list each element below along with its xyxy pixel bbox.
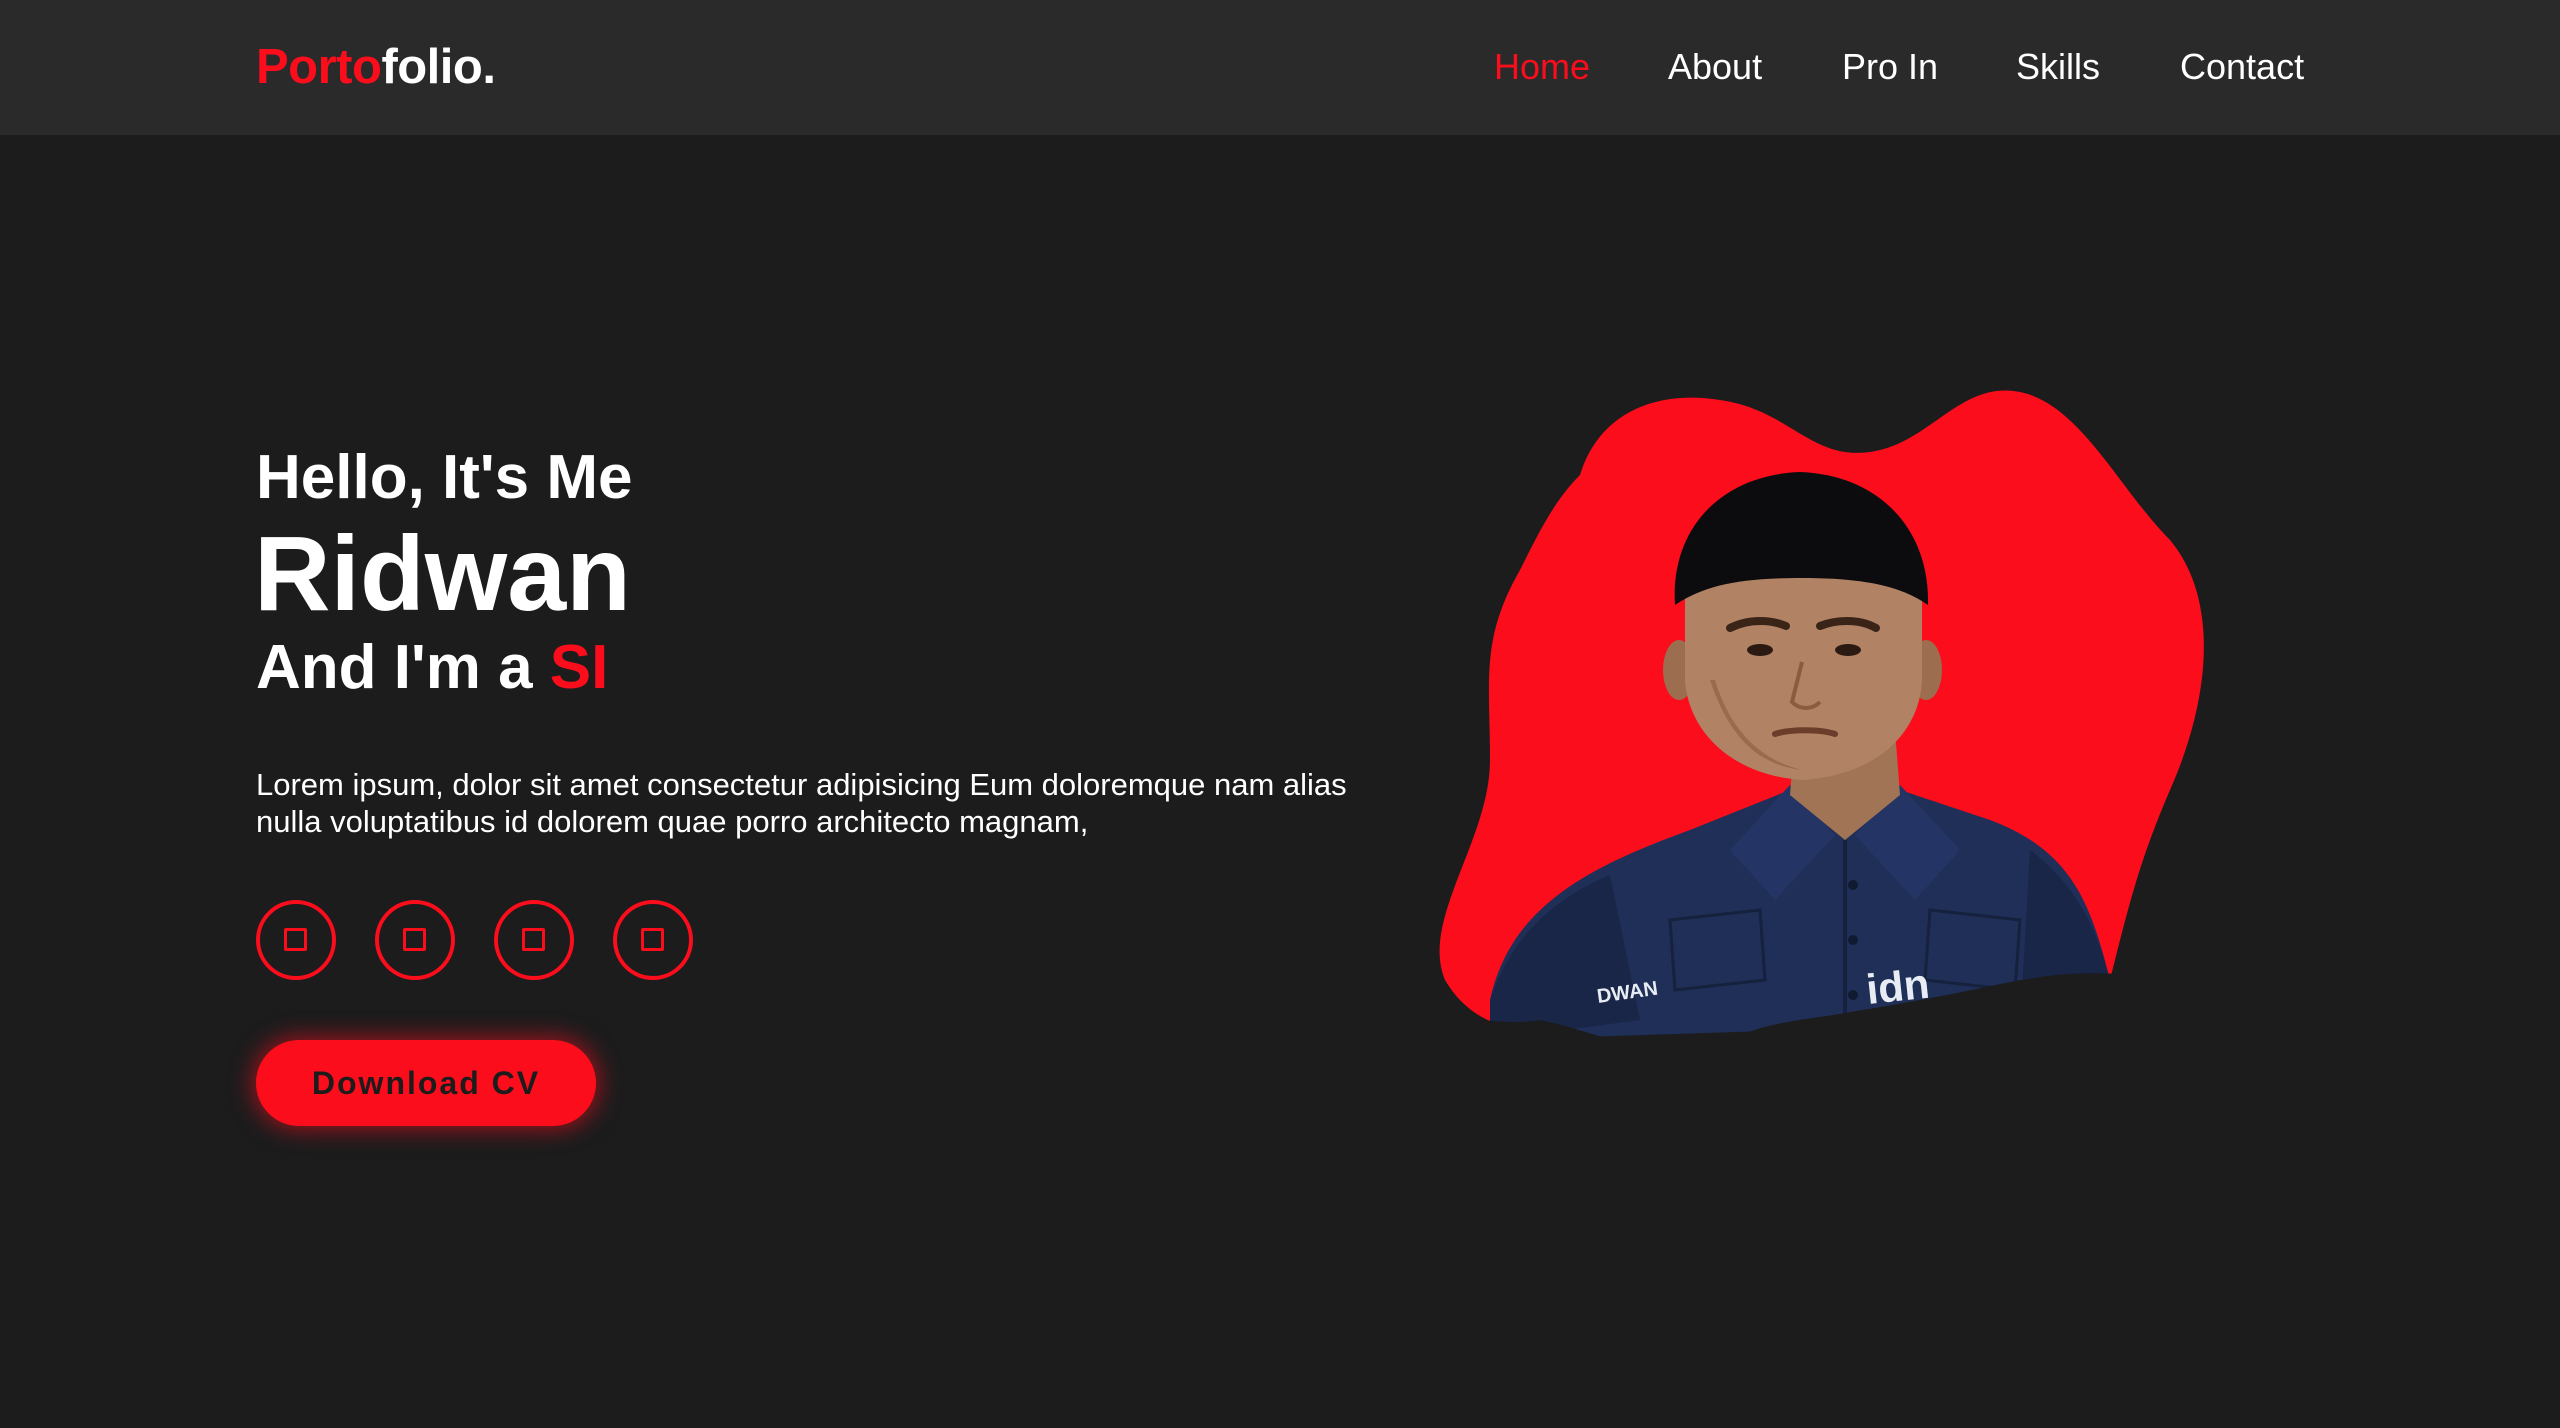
nav-about[interactable]: About <box>1668 42 1762 92</box>
hero-role-accent: SI <box>549 633 609 702</box>
profile-portrait: DWAN idn <box>1430 390 2230 1080</box>
nav-skills[interactable]: Skills <box>2016 42 2100 92</box>
square-icon <box>284 928 307 951</box>
square-icon <box>522 928 545 951</box>
social-icon-2[interactable] <box>375 900 455 980</box>
square-icon <box>641 928 664 951</box>
social-icon-4[interactable] <box>613 900 693 980</box>
main-nav: Home About Pro In Skills Contact <box>0 42 2560 92</box>
nav-home[interactable]: Home <box>1494 42 1590 92</box>
nav-pro-in[interactable]: Pro In <box>1842 42 1938 92</box>
site-header: Portofolio. Home About Pro In Skills Con… <box>0 0 2560 135</box>
social-icon-3[interactable] <box>494 900 574 980</box>
hero-role-prefix: And I'm a <box>256 633 550 702</box>
social-icon-1[interactable] <box>256 900 336 980</box>
download-cv-button[interactable]: Download CV <box>256 1040 596 1126</box>
hero-name: Ridwan <box>254 515 631 633</box>
social-links <box>256 900 756 980</box>
nav-contact[interactable]: Contact <box>2180 42 2304 92</box>
hero-greeting: Hello, It's Me <box>256 443 633 512</box>
hero-description: Lorem ipsum, dolor sit amet consectetur … <box>256 767 1347 839</box>
square-icon <box>403 928 426 951</box>
hero-role: And I'm a SI <box>256 630 608 706</box>
